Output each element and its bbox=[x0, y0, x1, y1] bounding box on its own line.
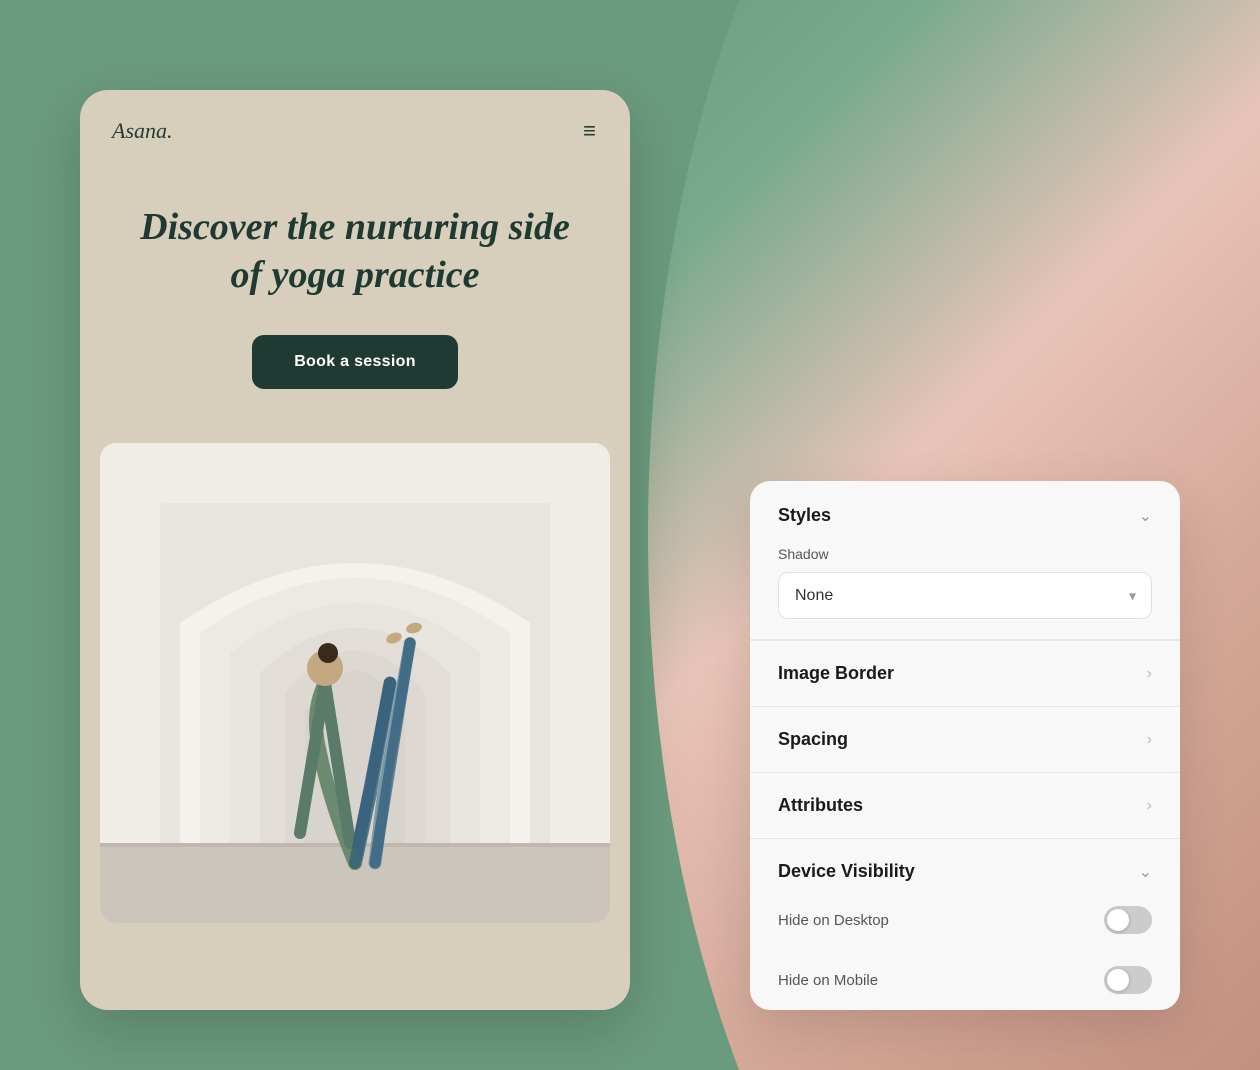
hide-mobile-row: Hide on Mobile bbox=[750, 950, 1180, 1010]
yoga-illustration bbox=[100, 443, 610, 923]
hide-mobile-toggle[interactable] bbox=[1104, 966, 1152, 994]
styles-title: Styles bbox=[778, 505, 831, 526]
mobile-navbar: Asana. ≡ bbox=[80, 90, 630, 164]
main-scene: Asana. ≡ Discover the nurturing side of … bbox=[80, 60, 1180, 1010]
spacing-chevron-icon: › bbox=[1147, 731, 1152, 749]
image-border-section[interactable]: Image Border › bbox=[750, 640, 1180, 706]
device-visibility-header[interactable]: Device Visibility ⌄ bbox=[750, 839, 1180, 890]
hamburger-icon[interactable]: ≡ bbox=[583, 118, 598, 144]
book-session-button[interactable]: Book a session bbox=[252, 335, 458, 389]
attributes-section[interactable]: Attributes › bbox=[750, 772, 1180, 838]
shadow-row: Shadow None Small Medium Large bbox=[750, 542, 1180, 639]
hide-desktop-label: Hide on Desktop bbox=[778, 912, 889, 929]
image-border-title: Image Border bbox=[778, 663, 894, 684]
spacing-section[interactable]: Spacing › bbox=[750, 706, 1180, 772]
site-logo: Asana. bbox=[112, 118, 173, 144]
shadow-select-wrapper: None Small Medium Large bbox=[778, 572, 1152, 619]
styles-header[interactable]: Styles ⌄ bbox=[750, 481, 1180, 542]
mobile-preview-card: Asana. ≡ Discover the nurturing side of … bbox=[80, 90, 630, 1010]
device-visibility-title: Device Visibility bbox=[778, 861, 915, 882]
device-visibility-chevron-icon: ⌄ bbox=[1139, 862, 1152, 882]
yoga-scene bbox=[100, 443, 610, 923]
attributes-title: Attributes bbox=[778, 795, 863, 816]
device-visibility-section: Device Visibility ⌄ Hide on Desktop Hide… bbox=[750, 838, 1180, 1010]
shadow-select[interactable]: None Small Medium Large bbox=[778, 572, 1152, 619]
hero-title: Discover the nurturing side of yoga prac… bbox=[120, 204, 590, 299]
settings-panel: Styles ⌄ Shadow None Small Medium Large … bbox=[750, 481, 1180, 1010]
spacing-title: Spacing bbox=[778, 729, 848, 750]
image-border-chevron-icon: › bbox=[1147, 665, 1152, 683]
hide-desktop-row: Hide on Desktop bbox=[750, 890, 1180, 950]
hide-mobile-label: Hide on Mobile bbox=[778, 972, 878, 989]
hide-desktop-toggle[interactable] bbox=[1104, 906, 1152, 934]
shadow-label: Shadow bbox=[778, 546, 1152, 562]
hero-section: Discover the nurturing side of yoga prac… bbox=[80, 164, 630, 419]
hero-image-container bbox=[100, 443, 610, 923]
styles-section: Styles ⌄ Shadow None Small Medium Large bbox=[750, 481, 1180, 640]
styles-chevron-icon: ⌄ bbox=[1139, 506, 1152, 526]
attributes-chevron-icon: › bbox=[1147, 797, 1152, 815]
